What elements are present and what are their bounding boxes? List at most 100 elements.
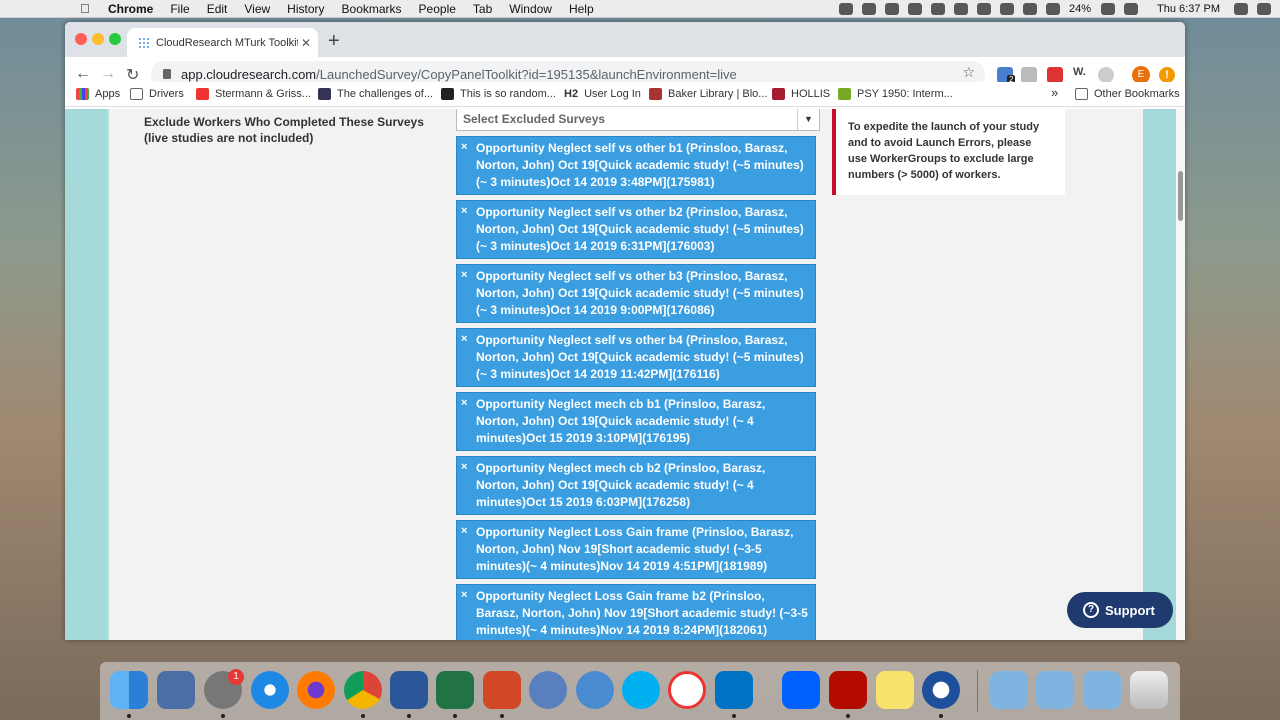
- bookmark-psy1950[interactable]: PSY 1950: Interm...: [838, 88, 953, 100]
- menu-window[interactable]: Window: [509, 2, 552, 16]
- remove-chip-icon[interactable]: ×: [461, 460, 467, 474]
- scrollbar-thumb[interactable]: [1178, 171, 1183, 221]
- minimize-window-button[interactable]: [92, 33, 104, 45]
- zoom-window-button[interactable]: [109, 33, 121, 45]
- remove-chip-icon[interactable]: ×: [461, 140, 467, 154]
- notification-icon[interactable]: [953, 3, 968, 15]
- remove-chip-icon[interactable]: ×: [461, 268, 467, 282]
- excluded-survey-chip[interactable]: × Opportunity Neglect Loss Gain frame b2…: [456, 584, 816, 640]
- forward-arrow-icon[interactable]: →: [100, 65, 116, 83]
- wifi-icon[interactable]: [1045, 3, 1060, 15]
- dropbox-menu-icon[interactable]: [861, 3, 876, 15]
- excluded-survey-chip[interactable]: × Opportunity Neglect self vs other b3 (…: [456, 264, 816, 323]
- extension-arc-icon[interactable]: [1098, 67, 1114, 83]
- airplay-icon[interactable]: [999, 3, 1014, 15]
- documents-folder-icon[interactable]: [1083, 671, 1121, 709]
- record-icon[interactable]: [838, 3, 853, 15]
- bookmark-other[interactable]: Other Bookmarks: [1075, 88, 1180, 100]
- downloads-folder-icon[interactable]: [1036, 671, 1074, 709]
- select-placeholder: Select Excluded Surveys: [463, 112, 606, 126]
- bookmark-drivers[interactable]: Drivers: [130, 88, 184, 100]
- new-tab-icon[interactable]: +: [328, 30, 340, 53]
- extension-doc-icon[interactable]: [1021, 67, 1037, 83]
- quicktime-icon[interactable]: [922, 671, 960, 709]
- back-arrow-icon[interactable]: ←: [75, 65, 91, 83]
- menu-help[interactable]: Help: [569, 2, 594, 16]
- volume-icon[interactable]: [1022, 3, 1037, 15]
- menu-chrome[interactable]: Chrome: [108, 2, 153, 16]
- excluded-survey-chip[interactable]: × Opportunity Neglect self vs other b1 (…: [456, 136, 816, 195]
- apple-menu-icon[interactable]: : [80, 1, 96, 16]
- excluded-survey-chip[interactable]: × Opportunity Neglect mech cb b1 (Prinsl…: [456, 392, 816, 451]
- bluetooth-icon[interactable]: [1124, 3, 1139, 15]
- menu-edit[interactable]: Edit: [207, 2, 228, 16]
- bookmark-apps[interactable]: Apps: [76, 88, 120, 100]
- bookmark-random[interactable]: This is so random...: [441, 88, 556, 100]
- menu-file[interactable]: File: [170, 2, 189, 16]
- page-scrollbar[interactable]: [1176, 109, 1185, 640]
- battery-percent[interactable]: 24%: [1069, 3, 1091, 15]
- excluded-survey-chip[interactable]: × Opportunity Neglect self vs other b2 (…: [456, 200, 816, 259]
- extension-stop-icon[interactable]: [1047, 67, 1063, 83]
- excel-icon[interactable]: [436, 671, 474, 709]
- bookmark-stermann[interactable]: Stermann & Griss...: [196, 88, 311, 100]
- chevron-down-icon[interactable]: ▼: [797, 109, 819, 130]
- remove-chip-icon[interactable]: ×: [461, 524, 467, 538]
- security-shield-icon[interactable]: [157, 671, 195, 709]
- finder-icon[interactable]: [110, 671, 148, 709]
- firefox-icon[interactable]: [297, 671, 335, 709]
- acrobat-icon[interactable]: [829, 671, 867, 709]
- page-viewport: Exclude Workers Who Completed These Surv…: [65, 109, 1185, 640]
- close-tab-icon[interactable]: ✕: [298, 36, 314, 50]
- chrome-icon[interactable]: [344, 671, 382, 709]
- cloud-icon[interactable]: [930, 3, 945, 15]
- menu-history[interactable]: History: [287, 2, 324, 16]
- outlook-icon[interactable]: [715, 671, 753, 709]
- tab-strip: CloudResearch MTurk Toolkit ✕ +: [65, 22, 1185, 57]
- extension-w-icon[interactable]: W.: [1073, 66, 1086, 78]
- dropbox-icon[interactable]: [782, 671, 820, 709]
- bookmark-baker-library[interactable]: Baker Library | Blo...: [649, 88, 767, 100]
- bookmark-challenges[interactable]: The challenges of...: [318, 88, 433, 100]
- menu-people[interactable]: People: [419, 2, 456, 16]
- excluded-survey-chip[interactable]: × Opportunity Neglect mech cb b2 (Prinsl…: [456, 456, 816, 515]
- bookmark-hollis[interactable]: HOLLIS: [772, 88, 830, 100]
- remove-chip-icon[interactable]: ×: [461, 588, 467, 602]
- grammarly-icon[interactable]: [976, 3, 991, 15]
- battery-icon[interactable]: [1101, 3, 1116, 15]
- clock[interactable]: Thu 6:37 PM: [1157, 3, 1220, 15]
- skype-icon[interactable]: [622, 671, 660, 709]
- check-icon[interactable]: [907, 3, 922, 15]
- excluded-survey-chip[interactable]: × Opportunity Neglect Loss Gain frame (P…: [456, 520, 816, 579]
- safari-icon[interactable]: [251, 671, 289, 709]
- control-center-icon[interactable]: [1257, 3, 1271, 15]
- remove-chip-icon[interactable]: ×: [461, 332, 467, 346]
- menu-tab[interactable]: Tab: [473, 2, 492, 16]
- close-window-button[interactable]: [75, 33, 87, 45]
- folder-icon: [130, 88, 143, 100]
- spotlight-icon[interactable]: [1234, 3, 1248, 15]
- stickies-icon[interactable]: [876, 671, 914, 709]
- link-icon: [318, 88, 331, 100]
- menu-view[interactable]: View: [244, 2, 270, 16]
- bookmark-user-log-in[interactable]: H2 User Log In: [564, 88, 641, 100]
- bookmark-star-icon[interactable]: ☆: [962, 64, 975, 81]
- remove-chip-icon[interactable]: ×: [461, 396, 467, 410]
- r-icon[interactable]: [529, 671, 567, 709]
- excluded-surveys-select[interactable]: Select Excluded Surveys ▼: [456, 109, 820, 131]
- powerpoint-icon[interactable]: [483, 671, 521, 709]
- update-alert-icon[interactable]: !: [1159, 67, 1175, 83]
- excluded-survey-chip[interactable]: × Opportunity Neglect self vs other b4 (…: [456, 328, 816, 387]
- excluded-survey-label: Opportunity Neglect Loss Gain frame b2 (…: [476, 589, 808, 637]
- menu-bookmarks[interactable]: Bookmarks: [342, 2, 402, 16]
- applications-folder-icon[interactable]: [990, 671, 1028, 709]
- remove-chip-icon[interactable]: ×: [461, 204, 467, 218]
- app-menu-icon[interactable]: [884, 3, 899, 15]
- support-button[interactable]: ? Support: [1067, 592, 1173, 628]
- math-type-icon[interactable]: [576, 671, 614, 709]
- word-icon[interactable]: [390, 671, 428, 709]
- trash-icon[interactable]: [1130, 671, 1168, 709]
- news-icon[interactable]: [668, 671, 706, 709]
- bookmarks-overflow-icon[interactable]: »: [1051, 85, 1058, 100]
- tab-cloudresearch[interactable]: CloudResearch MTurk Toolkit ✕: [127, 28, 318, 57]
